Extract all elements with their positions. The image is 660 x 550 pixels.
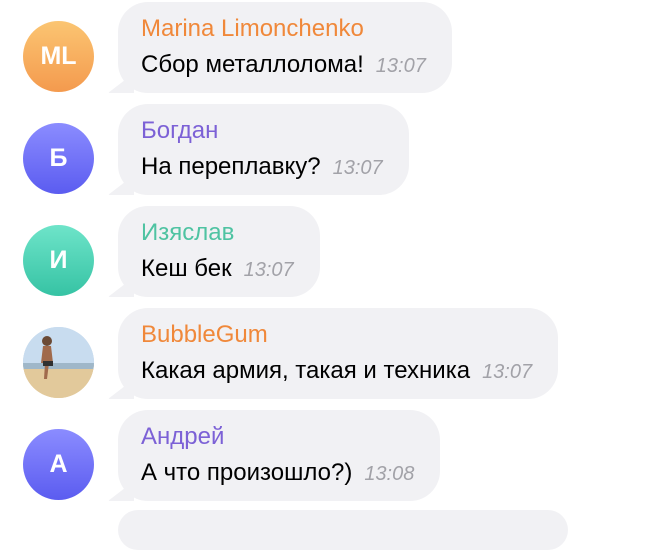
message-bubble[interactable]: BubbleGum Какая армия, такая и техника 13… [118,308,559,399]
avatar[interactable]: А [23,429,94,500]
message-bubble[interactable]: Андрей А что произошло?) 13:08 [118,410,441,501]
chat-message[interactable]: А Андрей А что произошло?) 13:08 [0,408,660,510]
message-text: А что произошло?) [141,459,353,486]
message-author[interactable]: Богдан [141,116,383,146]
avatar-photo[interactable] [23,327,94,398]
avatar[interactable]: ML [23,21,94,92]
message-bubble[interactable]: Богдан На переплавку? 13:07 [118,104,409,195]
message-time: 13:07 [332,157,383,179]
message-author[interactable]: Андрей [141,422,414,452]
message-bubble[interactable]: Marina Limonchenko Сбор металлолома! 13:0… [118,2,452,93]
message-author[interactable]: Marina Limonchenko [141,14,426,44]
chat-message[interactable]: ML Marina Limonchenko Сбор металлолома! 1… [0,0,660,102]
message-text: Сбор металлолома! [141,51,364,78]
message-text: На переплавку? [141,153,321,180]
message-author[interactable]: BubbleGum [141,320,532,350]
chat-message[interactable]: BubbleGum Какая армия, такая и техника 13… [0,306,660,408]
message-bubble[interactable]: Изяслав Кеш бек 13:07 [118,206,320,297]
avatar[interactable]: Б [23,123,94,194]
message-bubble-partial[interactable] [118,510,568,550]
message-text: Кеш бек [141,255,232,282]
message-time: 13:07 [375,55,426,77]
message-time: 13:08 [364,463,415,485]
message-time: 13:07 [243,259,294,281]
chat-message[interactable]: И Изяслав Кеш бек 13:07 [0,204,660,306]
message-author[interactable]: Изяслав [141,218,294,248]
beach-photo-icon [23,327,94,398]
avatar[interactable]: И [23,225,94,296]
chat-message[interactable]: Б Богдан На переплавку? 13:07 [0,102,660,204]
message-time: 13:07 [482,361,533,383]
message-text: Какая армия, такая и техника [141,357,471,384]
